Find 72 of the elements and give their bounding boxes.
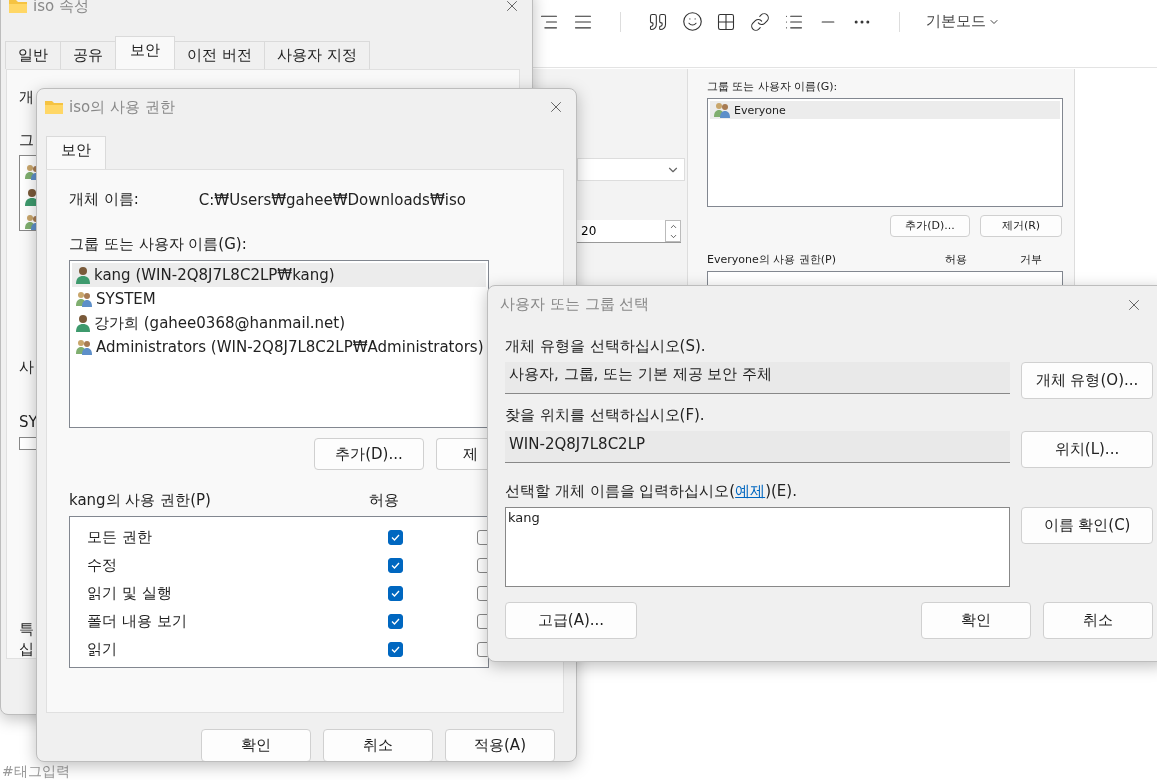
object-path: C:₩Users₩gahee₩Downloads₩iso — [198, 190, 466, 209]
label: 십 — [19, 640, 34, 658]
dialog-button[interactable]: 취소 — [1043, 602, 1153, 639]
permission-name: 수정 — [87, 555, 118, 575]
type-label: 개체 유형을 선택하십시오(S). — [505, 337, 707, 356]
tab[interactable]: 일반 — [5, 41, 61, 69]
allow-checkbox[interactable] — [388, 641, 403, 657]
principal-item[interactable]: Everyone — [710, 101, 1060, 119]
group-icon — [75, 339, 93, 355]
label: 특 — [19, 620, 34, 638]
label: SY — [19, 413, 38, 431]
dialog-button[interactable]: 확인 — [201, 729, 311, 761]
principal-item[interactable]: kang (WIN-2Q8J7L8C2LP₩kang) — [72, 263, 486, 287]
allow-header: 허용 — [369, 491, 400, 510]
dialog-button[interactable]: 취소 — [323, 729, 433, 761]
object-label: 개체 이름: — [69, 190, 139, 209]
group-label: 그룹 또는 사용자 이름(G): — [707, 79, 839, 94]
spin-input[interactable]: 20 — [577, 220, 665, 242]
mode-menu[interactable]: 기본모드 — [926, 12, 1000, 31]
location-label: 찾을 위치를 선택하십시오(F). — [505, 406, 706, 425]
location-field[interactable]: WIN-2Q8J7L8C2LP — [505, 431, 1010, 463]
remove-button[interactable]: 제 — [436, 438, 488, 470]
check-names-button[interactable]: 이름 확인(C) — [1021, 507, 1153, 544]
window-title: iso 속성 — [33, 0, 90, 16]
allow-checkbox[interactable] — [388, 585, 403, 601]
permission-name: 읽기 — [87, 639, 118, 659]
label: 개 — [19, 88, 34, 106]
principal-item[interactable]: SYSTEM — [72, 287, 486, 311]
permission-name: 폴더 내용 보기 — [87, 611, 188, 631]
permissions-label: kang의 사용 권한(P) — [69, 491, 212, 510]
permission-name: 읽기 및 실행 — [87, 583, 173, 603]
tab[interactable]: 보안 — [115, 36, 175, 69]
group-label: 그룹 또는 사용자 이름(G): — [69, 235, 248, 254]
object-names-field[interactable]: kang — [505, 507, 1010, 587]
window-title: iso의 사용 권한 — [69, 97, 176, 117]
location-button[interactable]: 위치(L)... — [1021, 431, 1153, 468]
permissions-label: Everyone의 사용 권한(P) — [707, 251, 837, 267]
deny-header: 거부 — [1020, 251, 1043, 267]
panel-button[interactable]: 제거(R) — [980, 214, 1062, 237]
object-type-field[interactable]: 사용자, 그룹, 또는 기본 제공 보안 주체 — [505, 362, 1010, 394]
names-label: 선택할 개체 이름을 입력하십시오(예제)(E). — [505, 482, 798, 501]
allow-checkbox[interactable] — [388, 529, 403, 545]
add-button[interactable]: 추가(D)... — [314, 438, 424, 470]
allow-checkbox[interactable] — [388, 613, 403, 629]
spin-field[interactable]: 20 — [577, 220, 681, 243]
tab[interactable]: 보안 — [46, 136, 106, 169]
principal-item[interactable]: Administrators (WIN-2Q8J7L8C2LP₩Administrators) — [72, 335, 486, 359]
link-icon[interactable] — [749, 10, 771, 33]
allow-header: 허용 — [945, 251, 968, 267]
principal-item[interactable]: 강가희 (gahee0368@hanmail.net) — [72, 311, 486, 335]
permission-name: 모든 권한 — [87, 527, 153, 547]
allow-checkbox[interactable] — [388, 557, 403, 573]
dialog-button[interactable]: 확인 — [921, 602, 1031, 639]
panel-button[interactable]: 추가(D)... — [890, 214, 970, 237]
examples-link[interactable]: 예제 — [735, 482, 766, 500]
group-icon — [713, 102, 731, 118]
tag-input[interactable]: #태그입력 — [2, 762, 202, 780]
folder-icon — [9, 0, 27, 13]
user-icon — [75, 266, 91, 284]
tab[interactable]: 사용자 지정 — [263, 41, 370, 69]
object-type-button[interactable]: 개체 유형(O)... — [1021, 362, 1153, 399]
folder-icon — [45, 100, 63, 114]
group-icon — [75, 291, 93, 307]
label: 그 — [19, 131, 34, 149]
advanced-button[interactable]: 고급(A)... — [505, 602, 637, 639]
dialog-button[interactable]: 적용(A) — [445, 729, 555, 761]
window-title: 사용자 또는 그룹 선택 — [500, 295, 651, 314]
label: 사 — [19, 358, 34, 376]
principal-list[interactable]: kang (WIN-2Q8J7L8C2LP₩kang) SYSTEM 강가희 (gahee0368@hanmail.net) Administrators (WIN-2Q8J7L8C2LP₩Administrators) — [69, 260, 489, 428]
user-icon — [75, 314, 91, 332]
principal-list[interactable]: Everyone — [707, 98, 1063, 207]
smile-icon[interactable] — [681, 10, 703, 33]
